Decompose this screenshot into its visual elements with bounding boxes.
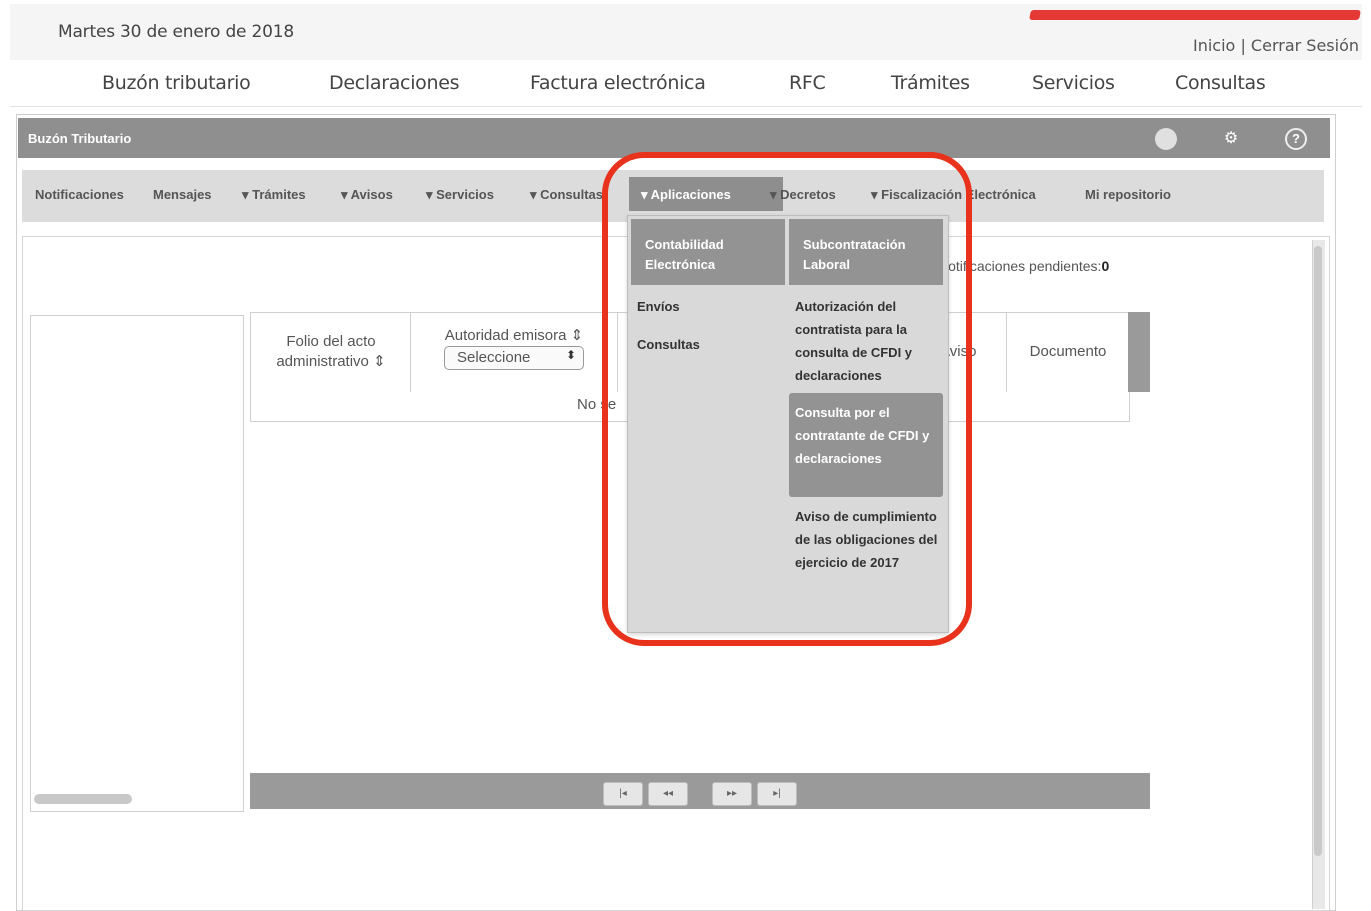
next-page-button[interactable]: ▸▸ — [712, 782, 752, 806]
caret-down-icon: ▾ — [242, 187, 253, 202]
caret-down-icon: ▾ — [530, 187, 541, 202]
current-date: Martes 30 de enero de 2018 — [58, 22, 294, 42]
gear-icon[interactable]: ⚙ — [1220, 128, 1242, 150]
subnav-avisos[interactable]: ▾ Avisos — [341, 187, 393, 203]
select-arrow-icon: ⬍ — [566, 348, 577, 362]
subnav-servicios[interactable]: ▾ Servicios — [426, 187, 494, 203]
pager — [250, 773, 1150, 809]
subnav-consultas[interactable]: ▾ Consultas — [530, 187, 603, 203]
main-nav: Buzón tributario Declaraciones Factura e… — [10, 60, 1362, 107]
prev-page-button[interactable]: ◂◂ — [648, 782, 688, 806]
sort-icon: ⇕ — [570, 327, 584, 344]
nav-consultas[interactable]: Consultas — [1175, 72, 1266, 94]
inicio-link[interactable]: Inicio — [1193, 36, 1235, 55]
horizontal-scroll-thumb[interactable] — [34, 794, 132, 804]
caret-down-icon: ▾ — [426, 187, 437, 202]
cerrar-sesion-link[interactable]: Cerrar Sesión — [1251, 36, 1359, 55]
th-autoridad[interactable]: Autoridad emisora ⇕ — [422, 326, 606, 346]
nav-declaraciones[interactable]: Declaraciones — [329, 72, 460, 94]
help-icon[interactable]: ? — [1285, 128, 1307, 150]
nav-servicios[interactable]: Servicios — [1032, 72, 1115, 94]
pending-count: 0 — [1101, 258, 1110, 274]
first-page-button[interactable]: |◂ — [603, 782, 643, 806]
left-pane — [30, 315, 244, 812]
nav-rfc[interactable]: RFC — [789, 72, 826, 94]
redacted-user-name — [1029, 10, 1361, 20]
subnav-mi-repositorio[interactable]: Mi repositorio — [1085, 187, 1171, 202]
table-header-scroll — [1128, 312, 1150, 392]
subnav-notificaciones[interactable]: Notificaciones — [35, 187, 124, 202]
sort-icon: ⇕ — [373, 353, 386, 370]
top-links: Inicio | Cerrar Sesión — [1193, 36, 1359, 55]
th-documento[interactable]: Documento — [1010, 342, 1126, 362]
column-separator — [1006, 312, 1007, 392]
subnav-tramites[interactable]: ▾ Trámites — [242, 187, 306, 203]
subnav-mensajes[interactable]: Mensajes — [153, 187, 212, 202]
panel-title: Buzón Tributario — [28, 131, 132, 146]
nav-factura-electronica[interactable]: Factura electrónica — [530, 72, 706, 94]
vertical-scroll-thumb[interactable] — [1314, 246, 1322, 856]
nav-buzon-tributario[interactable]: Buzón tributario — [102, 72, 251, 94]
annotation-highlight — [602, 152, 972, 646]
autoridad-select[interactable]: Seleccione — [444, 346, 584, 370]
nav-tramites[interactable]: Trámites — [891, 72, 970, 94]
caret-down-icon: ▾ — [341, 187, 351, 202]
column-separator — [410, 312, 411, 392]
circle-icon[interactable] — [1155, 128, 1177, 150]
link-separator: | — [1240, 36, 1246, 55]
th-folio[interactable]: Folio del acto administrativo ⇕ — [258, 332, 404, 372]
last-page-button[interactable]: ▸| — [757, 782, 797, 806]
